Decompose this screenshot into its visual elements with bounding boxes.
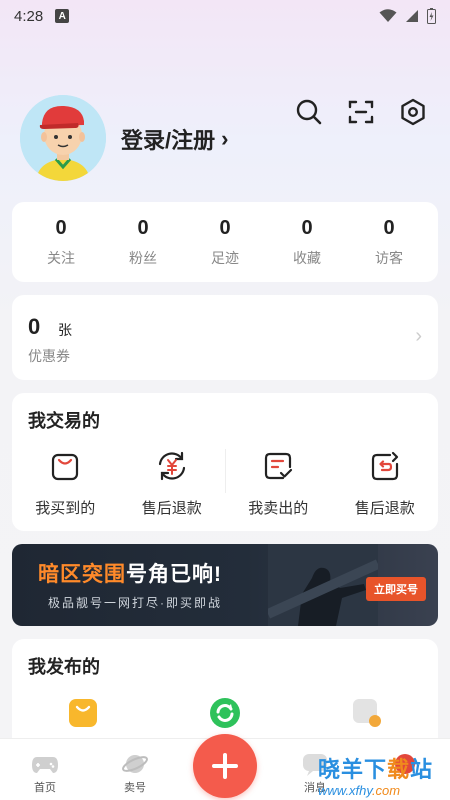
search-button[interactable] — [294, 97, 324, 127]
stat-favorites[interactable]: 0 收藏 — [267, 217, 347, 268]
trade-item-label: 售后退款 — [354, 500, 415, 517]
wifi-icon — [379, 9, 397, 22]
published-items — [12, 695, 438, 729]
banner-headline: 暗区突围号角已响! — [38, 558, 222, 588]
watermark-title: 晓羊下载站 — [318, 752, 450, 784]
stat-label: 收藏 — [293, 249, 321, 266]
watermark-title-blue: 晓羊下 — [318, 757, 388, 782]
coupon-count: 0 — [28, 314, 41, 339]
tab-sell[interactable]: 卖号 — [90, 739, 180, 800]
coupon-card[interactable]: 0 张 优惠券 › — [12, 295, 438, 380]
status-icons — [379, 8, 436, 24]
promo-banner[interactable]: 暗区突围号角已响! 极品靓号一网打尽·即买即战 立即买号 — [12, 544, 438, 626]
status-bar: 4:28 A — [0, 0, 450, 32]
login-register-label: 登录/注册 — [121, 128, 216, 153]
stat-label: 粉丝 — [129, 249, 157, 266]
plus-icon — [212, 753, 238, 779]
green-refresh-icon — [210, 698, 240, 728]
status-time: 4:28 — [14, 7, 44, 25]
stat-following[interactable]: 0 关注 — [21, 217, 101, 268]
header-actions — [294, 97, 428, 127]
section-title: 我交易的 — [28, 411, 100, 431]
site-watermark: 晓羊下载站 www.xfhy.com — [318, 752, 450, 800]
banner-headline-rest: 号角已响! — [126, 563, 222, 586]
stat-value: 0 — [301, 216, 313, 239]
trade-item-refund-sell[interactable]: 售后退款 — [332, 449, 439, 518]
login-register-link[interactable]: 登录/注册 › — [121, 123, 228, 155]
search-icon — [296, 99, 322, 125]
banner-headline-highlight: 暗区突围 — [38, 563, 126, 586]
banner-subtitle: 极品靓号一网打尽·即买即战 — [48, 596, 222, 610]
trade-item-label: 我买到的 — [35, 500, 96, 517]
scan-button[interactable] — [346, 97, 376, 127]
trade-items: 我买到的 售后退款 我卖出的 售后退款 — [12, 449, 438, 518]
stat-value: 0 — [383, 216, 395, 239]
stat-value: 0 — [219, 216, 231, 239]
trade-item-sold[interactable]: 我卖出的 — [225, 449, 332, 518]
watermark-url: www.xfhy.com — [318, 783, 450, 798]
trade-item-label: 售后退款 — [141, 500, 202, 517]
trade-item-bought[interactable]: 我买到的 — [12, 449, 119, 518]
chevron-right-icon: › — [415, 325, 422, 347]
cartoon-avatar-icon — [20, 95, 106, 181]
watermark-title-orange: 载 — [387, 757, 411, 782]
coupon-label: 优惠券 — [28, 348, 70, 364]
tab-label: 首页 — [34, 782, 56, 794]
stat-label: 访客 — [375, 249, 403, 266]
settings-button[interactable] — [398, 97, 428, 127]
signal-icon — [406, 10, 418, 22]
soldier-silhouette-icon — [268, 544, 378, 626]
grey-bag-icon — [353, 699, 381, 727]
watermark-url-prefix: www.xfhy — [318, 783, 372, 798]
trade-item-refund-buy[interactable]: 售后退款 — [119, 449, 226, 518]
profile-header: 登录/注册 › — [20, 95, 430, 183]
stat-label: 足迹 — [211, 249, 239, 266]
coupon-unit: 张 — [58, 322, 72, 338]
stat-footprints[interactable]: 0 足迹 — [185, 217, 265, 268]
published-item-offline[interactable] — [296, 695, 438, 729]
planet-icon — [122, 755, 148, 773]
yellow-bag-icon — [69, 699, 97, 727]
stat-visitors[interactable]: 0 访客 — [349, 217, 429, 268]
gamepad-icon — [32, 757, 58, 773]
buy-account-button[interactable]: 立即买号 — [366, 577, 426, 601]
avatar[interactable] — [20, 95, 106, 181]
published-item-refresh[interactable] — [154, 695, 296, 729]
my-trades-card: 我交易的 我买到的 售后退款 我卖出的 售后退款 — [12, 393, 438, 531]
refund-bag-icon — [371, 451, 398, 481]
stats-card: 0 关注 0 粉丝 0 足迹 0 收藏 0 访客 — [12, 202, 438, 282]
battery-icon — [427, 8, 436, 24]
stat-value: 0 — [55, 216, 67, 239]
published-item-selling[interactable] — [12, 695, 154, 729]
stat-value: 0 — [137, 216, 149, 239]
publish-fab[interactable] — [193, 734, 257, 798]
watermark-url-suffix: .com — [371, 783, 401, 798]
chevron-right-icon: › — [221, 126, 229, 151]
stat-label: 关注 — [47, 249, 75, 266]
scan-icon — [348, 100, 374, 124]
section-title: 我发布的 — [28, 657, 100, 677]
trade-item-label: 我卖出的 — [248, 500, 309, 517]
settings-hexagon-icon — [401, 98, 425, 126]
tab-label: 卖号 — [124, 782, 146, 794]
sold-list-icon — [265, 452, 293, 480]
notification-a-icon: A — [55, 9, 70, 23]
watermark-title-end: 站 — [410, 757, 434, 782]
yuan-refresh-icon — [158, 451, 185, 481]
stat-followers[interactable]: 0 粉丝 — [103, 217, 183, 268]
shopping-bag-icon — [52, 453, 79, 481]
tab-home[interactable]: 首页 — [0, 739, 90, 800]
